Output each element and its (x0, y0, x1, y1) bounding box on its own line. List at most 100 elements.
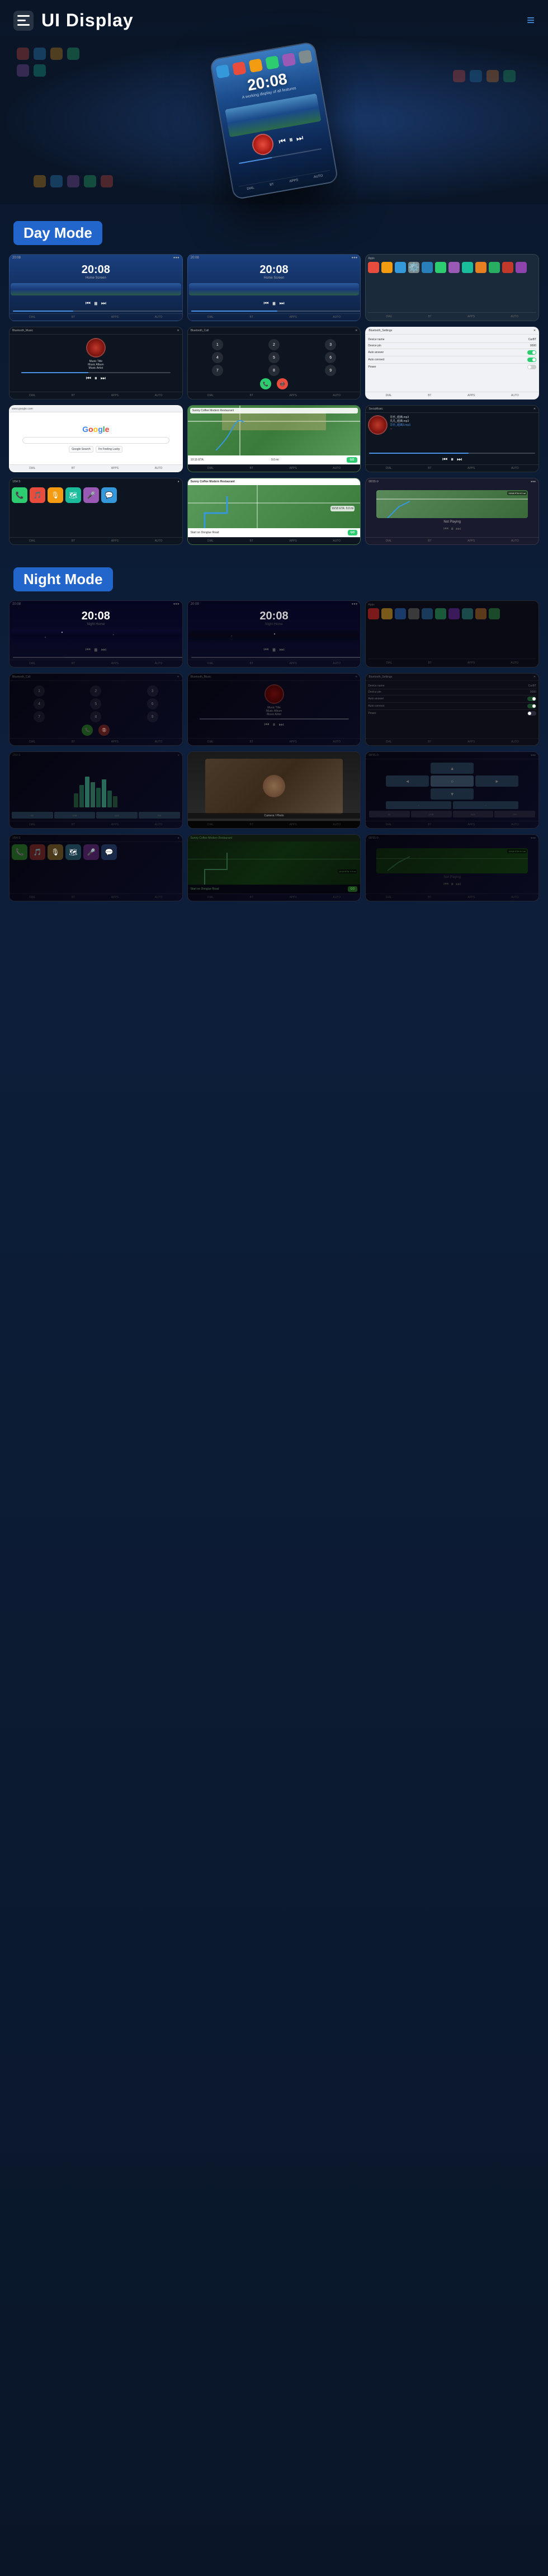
night-cp-siri[interactable]: 🎤 (83, 844, 99, 860)
night-next-2[interactable]: ⏭ (280, 647, 285, 653)
night-app-youtube[interactable] (475, 608, 486, 619)
nav-dial-d1[interactable]: DIAL (29, 316, 35, 319)
dialer-6[interactable]: 6 (325, 352, 336, 363)
day-prev-1[interactable]: ⏮ (86, 300, 91, 307)
app-icon-settings[interactable]: ⚙️ (408, 262, 419, 273)
carplay-msg[interactable]: 💬 (101, 487, 117, 503)
nav-bt[interactable]: BT (270, 182, 275, 186)
night-dialer-7[interactable]: 7 (34, 711, 45, 722)
nav-auto[interactable]: AUTO (314, 174, 323, 179)
night-zoom-out[interactable]: − (453, 801, 518, 809)
night-app-cam[interactable] (448, 608, 460, 619)
night-app-phone[interactable] (435, 608, 446, 619)
night-bt-prev[interactable]: ⏮ (264, 722, 270, 728)
nav-auto-ag[interactable]: AUTO (511, 315, 518, 318)
night-cp-podcast[interactable]: 🎙 (48, 844, 63, 860)
app-icon-music[interactable] (368, 262, 379, 273)
carplay-podcast[interactable]: 🎙 (48, 487, 63, 503)
night-ctrl-3[interactable]: AUX (96, 812, 138, 819)
nav-bt-d1[interactable]: BT (72, 316, 75, 319)
play-btn[interactable]: ⏸ (288, 134, 294, 144)
dialer-9[interactable]: 9 (325, 365, 336, 376)
google-search-bar[interactable] (22, 437, 169, 444)
app-icon-cam[interactable] (448, 262, 460, 273)
night-call-btn[interactable]: 📞 (82, 725, 93, 736)
app-icon-netflix[interactable] (502, 262, 513, 273)
auto-connect-toggle[interactable] (527, 358, 536, 362)
night-dialer-3[interactable]: 3 (147, 685, 158, 697)
night-app-navi[interactable] (462, 608, 473, 619)
app-icon-maps[interactable] (395, 262, 406, 273)
app-icon-podcast[interactable] (516, 262, 527, 273)
nav-apps[interactable]: APPS (289, 178, 299, 184)
social-prev[interactable]: ⏮ (442, 457, 447, 463)
night-cp-maps[interactable]: 🗺 (65, 844, 81, 860)
end-call-btn[interactable]: 📵 (277, 378, 288, 389)
night-ctrl-4[interactable]: FM (139, 812, 180, 819)
dialer-7[interactable]: 7 (212, 365, 223, 376)
app-icon-navi[interactable] (462, 262, 473, 273)
app-icon-bt[interactable] (422, 262, 433, 273)
night-prev-2[interactable]: ⏮ (264, 647, 269, 653)
night-dialer-9[interactable]: 9 (147, 711, 158, 722)
night-cp-music[interactable]: 🎵 (30, 844, 45, 860)
google-lucky-btn[interactable]: I'm Feeling Lucky (96, 446, 123, 453)
night-zoom-in[interactable]: + (386, 801, 451, 809)
night-dir-center[interactable]: ○ (431, 775, 474, 787)
dialer-4[interactable]: 4 (212, 352, 223, 363)
google-search-btn[interactable]: Google Search (69, 446, 93, 453)
nav-apps-ag[interactable]: APPS (467, 315, 475, 318)
night-ctrl-6[interactable]: USB (411, 811, 452, 817)
carplay-phone[interactable]: 📞 (12, 487, 27, 503)
night-play-1[interactable]: ⏸ (94, 645, 98, 655)
night-auto-answer-toggle[interactable] (527, 697, 536, 701)
app-icon-phone[interactable] (435, 262, 446, 273)
app-icon-youtube[interactable] (475, 262, 486, 273)
map-go-btn[interactable]: GO (347, 457, 358, 463)
nav-apps-d2[interactable]: APPS (289, 316, 296, 319)
dialer-2[interactable]: 2 (268, 339, 280, 350)
night-ctrl-7[interactable]: AUX (453, 811, 494, 817)
night-dir-down[interactable]: ▼ (431, 788, 474, 800)
nav-apps-d1[interactable]: APPS (111, 316, 119, 319)
day-prev-2[interactable]: ⏮ (264, 300, 269, 307)
app-icon-msg[interactable] (489, 262, 500, 273)
night-ctrl-2[interactable]: USB (54, 812, 96, 819)
night-routing-go[interactable]: GO (348, 886, 358, 892)
night-app-radio[interactable] (381, 608, 393, 619)
night-app-settings[interactable] (408, 608, 419, 619)
nav-dial-ag[interactable]: DIAL (386, 315, 392, 318)
menu-icon[interactable] (13, 11, 34, 31)
night-dialer-6[interactable]: 6 (147, 698, 158, 709)
prev-btn[interactable]: ⏮ (278, 135, 286, 146)
night-app-msg[interactable] (489, 608, 500, 619)
night-cp-msg[interactable]: 💬 (101, 844, 117, 860)
nav-dial-d2[interactable]: DIAL (207, 316, 214, 319)
dialer-3[interactable]: 3 (325, 339, 336, 350)
night-power-toggle[interactable] (527, 711, 536, 716)
night-bt-next[interactable]: ⏭ (279, 722, 284, 728)
night-dialer-2[interactable]: 2 (90, 685, 101, 697)
day-play-1[interactable]: ⏸ (94, 299, 98, 308)
call-btn[interactable]: 📞 (260, 378, 271, 389)
night-dialer-5[interactable]: 5 (90, 698, 101, 709)
night-play-2[interactable]: ⏸ (272, 645, 276, 655)
night-dialer-1[interactable]: 1 (34, 685, 45, 697)
night-dir-left[interactable]: ◄ (386, 775, 429, 787)
night-ctrl-1[interactable]: BT (12, 812, 53, 819)
nav-bt-d2[interactable]: BT (250, 316, 253, 319)
night-dir-right[interactable]: ► (475, 775, 518, 787)
night-auto-connect-toggle[interactable] (527, 704, 536, 708)
bt-prev[interactable]: ⏮ (86, 375, 91, 382)
carplay-siri[interactable]: 🎤 (83, 487, 99, 503)
social-next[interactable]: ⏭ (457, 457, 462, 463)
night-dir-up[interactable]: ▲ (431, 763, 474, 774)
night-bt-play[interactable]: ⏸ (273, 722, 276, 728)
night-app-bt[interactable] (422, 608, 433, 619)
night-ctrl-8[interactable]: FM (494, 811, 535, 817)
night-app-music[interactable] (368, 608, 379, 619)
night-dialer-4[interactable]: 4 (34, 698, 45, 709)
nav-auto-d2[interactable]: AUTO (333, 316, 341, 319)
nav-bt-ag[interactable]: BT (428, 315, 431, 318)
bt-play[interactable]: ⏸ (95, 375, 97, 382)
